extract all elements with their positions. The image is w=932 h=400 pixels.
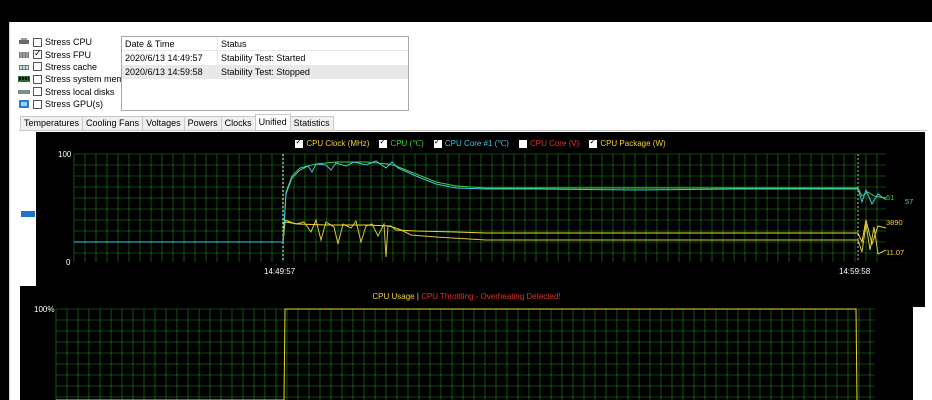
x-axis-start-label: 14:49:57 — [264, 267, 296, 276]
memory-icon — [18, 75, 30, 83]
stress-cache-label: Stress cache — [45, 61, 98, 72]
legend-label: CPU Core #1 (℃) — [444, 139, 509, 148]
legend-checkbox[interactable] — [518, 139, 527, 148]
stress-gpu-label: Stress GPU(s) — [45, 99, 104, 110]
tab-clocks[interactable]: Clocks — [220, 116, 256, 130]
value-label-cpu-package: 11.07 — [886, 248, 904, 257]
disk-icon — [18, 88, 30, 96]
tab-cooling-fans[interactable]: Cooling Fans — [82, 116, 144, 130]
unified-chart-svg: 100 0 14:49:57 14:59:58 61 57 3890 11.07 — [58, 150, 913, 276]
stress-option[interactable]: Stress CPU — [18, 36, 129, 48]
column-header-status[interactable]: Status — [217, 37, 408, 50]
chart-grid — [55, 308, 875, 400]
stress-option[interactable]: Stress system memo — [18, 73, 129, 85]
status-log-table: Date & Time Status 2020/6/13 14:49:57 St… — [121, 36, 409, 111]
legend-checkbox[interactable] — [589, 137, 598, 148]
value-label-cpu-temp: 61 — [886, 193, 894, 202]
legend-label: CPU (℃) — [390, 139, 424, 148]
tab-voltages[interactable]: Voltages — [142, 116, 185, 130]
stress-memory-checkbox[interactable] — [33, 74, 42, 84]
legend-label: CPU Package (W) — [600, 139, 666, 148]
log-time: 2020/6/13 14:59:58 — [125, 67, 203, 77]
legend-label: CPU Clock (MHz) — [306, 139, 370, 148]
table-row[interactable]: 2020/6/13 14:59:58 Stability Test: Stopp… — [122, 65, 408, 79]
legend-item-cpu-package[interactable]: CPU Package (W) — [589, 137, 666, 148]
chart-grid — [73, 153, 886, 262]
legend-item-core-voltage[interactable]: CPU Core (V) — [518, 139, 580, 148]
stress-option[interactable]: Stress FPU — [18, 48, 129, 60]
y-axis-max-label: 100% — [34, 305, 54, 314]
stress-options: Stress CPU Stress FPU Stress cache Stres… — [18, 36, 129, 110]
stress-fpu-checkbox[interactable] — [33, 48, 42, 60]
usage-chart-title: CPU Usage | CPU Throttling - Overheating… — [20, 292, 913, 301]
log-time: 2020/6/13 14:49:57 — [125, 53, 203, 63]
table-header: Date & Time Status — [122, 37, 408, 51]
legend-item-cpu-clock[interactable]: CPU Clock (MHz) — [295, 137, 370, 148]
legend-checkbox[interactable] — [295, 137, 304, 148]
legend-item-core1-temp[interactable]: CPU Core #1 (℃) — [433, 137, 509, 148]
cpu-icon — [18, 38, 30, 46]
stress-memory-label: Stress system memo — [45, 74, 130, 85]
series-core1-temp-line — [74, 160, 887, 243]
tab-bar: Temperatures Cooling Fans Voltages Power… — [20, 114, 334, 130]
tab-temperatures[interactable]: Temperatures — [20, 116, 84, 130]
stress-option[interactable]: Stress GPU(s) — [18, 98, 129, 110]
column-header-datetime[interactable]: Date & Time — [122, 39, 217, 49]
throttling-warning: CPU Throttling - Overheating Detected! — [421, 292, 561, 301]
legend-item-cpu-temp[interactable]: CPU (℃) — [379, 137, 424, 148]
fpu-icon — [18, 51, 30, 59]
title-separator: | — [416, 292, 419, 301]
legend-label: CPU Core (V) — [529, 139, 580, 148]
log-status: Stability Test: Started — [217, 51, 408, 65]
stress-cache-checkbox[interactable] — [33, 62, 42, 72]
cpu-usage-chart: 100% CPU Usage | CPU Throttling - Overhe… — [20, 286, 913, 400]
chart-legend: CPU Clock (MHz) CPU (℃) CPU Core #1 (℃) … — [36, 137, 925, 148]
gpu-icon — [18, 100, 30, 109]
legend-checkbox[interactable] — [379, 137, 388, 148]
log-status: Stability Test: Stopped — [217, 65, 408, 79]
stress-option[interactable]: Stress local disks — [18, 86, 129, 98]
tab-powers[interactable]: Powers — [183, 116, 222, 130]
stress-cpu-label: Stress CPU — [45, 37, 93, 48]
series-cpu-temp-line — [74, 161, 887, 243]
value-label-core1-temp: 57 — [905, 197, 913, 206]
table-row[interactable]: 2020/6/13 14:49:57 Stability Test: Start… — [122, 51, 408, 65]
series-cpu-package-line — [74, 218, 887, 258]
tab-statistics[interactable]: Statistics — [289, 116, 334, 130]
tab-unified[interactable]: Unified — [254, 114, 291, 130]
scroll-indicator[interactable] — [21, 211, 35, 217]
series-cpu-usage-line — [56, 308, 858, 400]
unified-chart: 100 0 14:49:57 14:59:58 61 57 3890 11.07… — [36, 132, 925, 307]
stress-fpu-label: Stress FPU — [45, 49, 92, 60]
stress-cpu-checkbox[interactable] — [33, 37, 42, 47]
legend-checkbox[interactable] — [433, 137, 442, 148]
stress-disks-label: Stress local disks — [45, 86, 115, 97]
cpu-usage-title: CPU Usage — [372, 292, 415, 301]
y-axis-min-label: 0 — [66, 258, 71, 267]
stress-gpu-checkbox[interactable] — [33, 99, 42, 109]
cache-icon — [18, 63, 30, 71]
cpu-usage-chart-svg: 100% — [34, 305, 875, 400]
x-axis-end-label: 14:59:58 — [839, 267, 871, 276]
y-axis-max-label: 100 — [58, 150, 72, 159]
value-label-cpu-clock: 3890 — [886, 218, 903, 227]
stress-option[interactable]: Stress cache — [18, 61, 129, 73]
stress-disks-checkbox[interactable] — [33, 87, 42, 97]
